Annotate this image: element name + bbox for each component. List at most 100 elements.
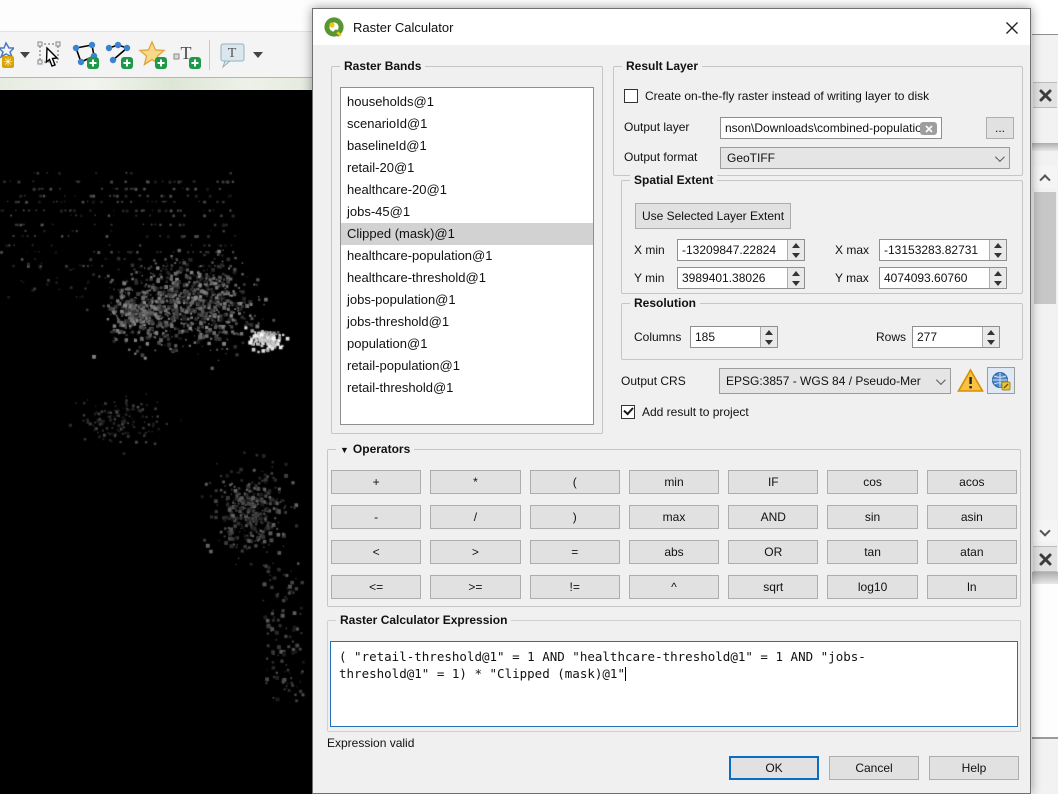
operator-button[interactable]: !=	[529, 575, 620, 599]
operator-button[interactable]: *	[430, 470, 521, 494]
operator-button[interactable]: >	[430, 540, 521, 564]
raster-band-item-selected[interactable]: Clipped (mask)@1	[341, 223, 593, 245]
spin-down-icon[interactable]	[990, 250, 1006, 260]
select-crs-button[interactable]	[987, 367, 1015, 394]
spin-up-icon[interactable]	[788, 240, 804, 250]
move-annotation-button[interactable]	[36, 38, 66, 72]
operator-button[interactable]: /	[430, 505, 521, 529]
spin-up-icon[interactable]	[761, 327, 777, 337]
operator-button[interactable]: )	[529, 505, 620, 529]
raster-band-item[interactable]: retail-20@1	[341, 157, 593, 179]
operator-button[interactable]: log10	[827, 575, 918, 599]
dialog-titlebar[interactable]: Raster Calculator	[313, 9, 1030, 45]
operators-grid: + * ( min IF cos acos - / ) max AND sin …	[331, 470, 1017, 599]
operator-button[interactable]: <	[331, 540, 422, 564]
spin-down-icon[interactable]	[983, 337, 999, 347]
x-max-label: X max	[835, 243, 870, 257]
spin-down-icon[interactable]	[990, 278, 1006, 288]
add-result-checkbox[interactable]	[621, 405, 635, 419]
y-min-spinbox[interactable]: 3989401.38026	[677, 267, 805, 289]
rows-spinbox[interactable]: 277	[912, 326, 1000, 348]
operator-button[interactable]: (	[529, 470, 620, 494]
operator-button[interactable]: asin	[926, 505, 1017, 529]
crs-globe-icon	[992, 371, 1011, 390]
text-annotation-icon: T	[173, 43, 201, 69]
scroll-up-button[interactable]	[1033, 166, 1057, 188]
chevron-up-icon	[1039, 174, 1051, 186]
scrollbar-thumb[interactable]	[1034, 192, 1056, 304]
raster-band-item[interactable]: healthcare-20@1	[341, 179, 593, 201]
operator-button[interactable]: ln	[926, 575, 1017, 599]
help-button[interactable]: Help	[929, 756, 1019, 780]
x-max-spinbox[interactable]: -13153283.82731	[879, 239, 1007, 261]
raster-band-item[interactable]: scenarioId@1	[341, 113, 593, 135]
y-max-spinbox[interactable]: 4074093.60760	[879, 267, 1007, 289]
map-canvas[interactable]	[0, 90, 312, 794]
spin-up-icon[interactable]	[983, 327, 999, 337]
browse-output-button[interactable]: ...	[986, 117, 1014, 139]
spin-down-icon[interactable]	[761, 337, 777, 347]
line-annotation-button[interactable]	[104, 38, 134, 72]
operator-button[interactable]: cos	[827, 470, 918, 494]
raster-bands-group-title: Raster Bands	[340, 59, 426, 73]
operator-button[interactable]: +	[331, 470, 422, 494]
polygon-annotation-icon	[72, 41, 99, 69]
panel-close-button[interactable]	[1033, 82, 1057, 108]
raster-band-item[interactable]: baselineId@1	[341, 135, 593, 157]
cancel-button[interactable]: Cancel	[829, 756, 919, 780]
text-balloon-dropdown[interactable]	[251, 38, 265, 72]
text-annotation-button[interactable]: T	[172, 38, 202, 72]
x-min-spinbox[interactable]: -13209847.22824	[677, 239, 805, 261]
marker-annotation-button[interactable]	[138, 38, 168, 72]
raster-band-item[interactable]: population@1	[341, 333, 593, 355]
operators-group-title[interactable]: ▼ Operators	[336, 442, 415, 456]
operator-button[interactable]: >=	[430, 575, 521, 599]
clear-field-icon[interactable]	[920, 122, 937, 135]
output-crs-select[interactable]: EPSG:3857 - WGS 84 / Pseudo-Mer	[719, 368, 951, 394]
spin-up-icon[interactable]	[788, 268, 804, 278]
operator-button[interactable]: AND	[728, 505, 819, 529]
annotation-layer-icon[interactable]: ✳	[0, 38, 14, 72]
operator-button[interactable]: max	[628, 505, 720, 529]
raster-band-item[interactable]: retail-threshold@1	[341, 377, 593, 399]
raster-band-item[interactable]: retail-population@1	[341, 355, 593, 377]
ok-button[interactable]: OK	[729, 756, 819, 780]
operator-button[interactable]: OR	[728, 540, 819, 564]
scroll-down-button[interactable]	[1033, 520, 1057, 542]
raster-band-item[interactable]: healthcare-threshold@1	[341, 267, 593, 289]
operator-button[interactable]: =	[529, 540, 620, 564]
operator-button[interactable]: ^	[628, 575, 720, 599]
spin-down-icon[interactable]	[788, 250, 804, 260]
expression-textarea[interactable]: ( "retail-threshold@1" = 1 AND "healthca…	[330, 641, 1018, 727]
raster-band-item[interactable]: jobs-45@1	[341, 201, 593, 223]
operator-button[interactable]: sin	[827, 505, 918, 529]
output-layer-field[interactable]: nson\Downloads\combined-population	[720, 117, 942, 139]
raster-bands-list[interactable]: households@1 scenarioId@1 baselineId@1 r…	[340, 87, 594, 425]
spin-down-icon[interactable]	[788, 278, 804, 288]
raster-band-item[interactable]: healthcare-population@1	[341, 245, 593, 267]
operator-button[interactable]: sqrt	[728, 575, 819, 599]
annotation-layer-dropdown[interactable]	[18, 38, 32, 72]
raster-band-item[interactable]: households@1	[341, 91, 593, 113]
operator-button[interactable]: abs	[628, 540, 720, 564]
operator-button[interactable]: IF	[728, 470, 819, 494]
raster-band-item[interactable]: jobs-threshold@1	[341, 311, 593, 333]
dialog-close-button[interactable]	[1002, 18, 1022, 38]
operator-button[interactable]: min	[628, 470, 720, 494]
operator-button[interactable]: <=	[331, 575, 422, 599]
operator-button[interactable]: -	[331, 505, 422, 529]
operator-button[interactable]: atan	[926, 540, 1017, 564]
spin-up-icon[interactable]	[990, 268, 1006, 278]
text-balloon-button[interactable]: T	[217, 38, 247, 72]
collapse-icon[interactable]: ▼	[340, 445, 349, 455]
operator-button[interactable]: tan	[827, 540, 918, 564]
raster-band-item[interactable]: jobs-population@1	[341, 289, 593, 311]
use-selected-layer-extent-button[interactable]: Use Selected Layer Extent	[635, 203, 791, 229]
spin-up-icon[interactable]	[990, 240, 1006, 250]
columns-spinbox[interactable]: 185	[690, 326, 778, 348]
output-format-select[interactable]: GeoTIFF	[720, 147, 1010, 169]
polygon-annotation-button[interactable]	[70, 38, 100, 72]
operator-button[interactable]: acos	[926, 470, 1017, 494]
create-on-the-fly-checkbox[interactable]	[624, 89, 638, 103]
panel-close-button[interactable]	[1033, 546, 1057, 572]
